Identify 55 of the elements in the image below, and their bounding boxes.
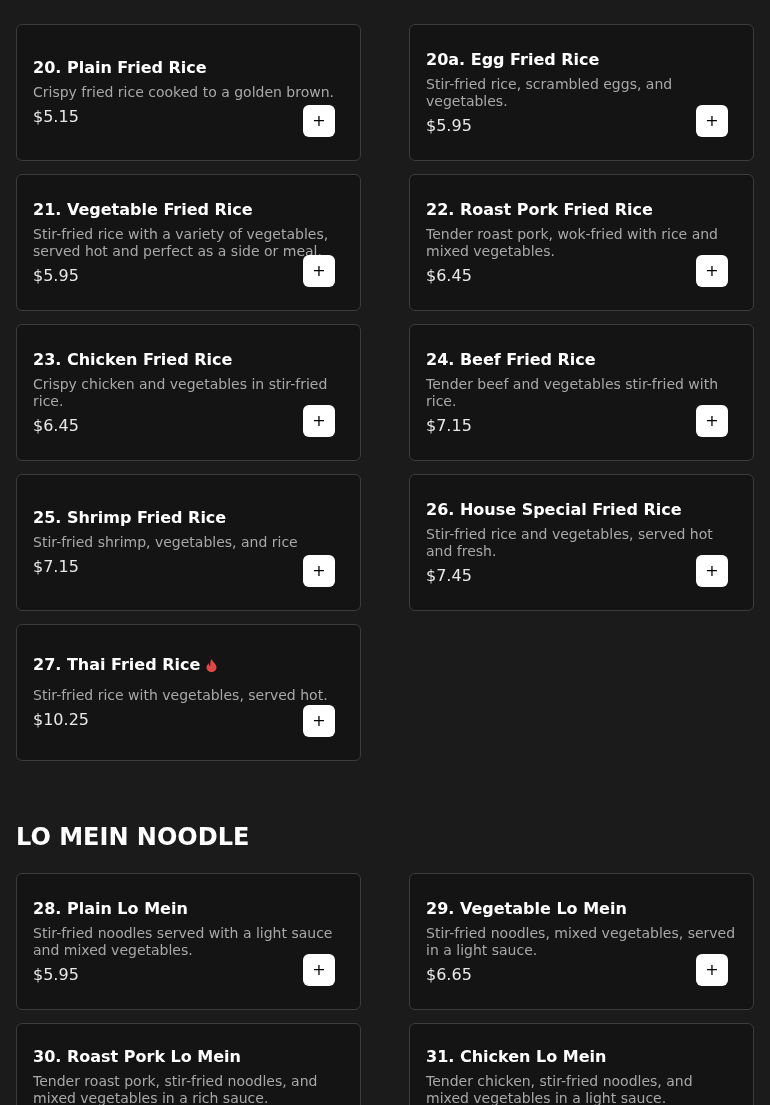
item-price: $6.65 (426, 963, 472, 986)
menu-item-card[interactable]: 31. Chicken Lo Mein Tender chicken, stir-fried noodles, and mixed vegetables in a light sauce. (409, 1023, 754, 1105)
add-button[interactable]: + (303, 954, 335, 986)
add-button[interactable]: + (303, 105, 335, 137)
item-price: $6.45 (426, 264, 472, 287)
add-button[interactable]: + (303, 255, 335, 287)
item-description: Stir-fried rice with vegetables, served hot. (33, 687, 329, 704)
add-button[interactable]: + (696, 255, 728, 287)
section-heading: LO MEIN NOODLE (16, 822, 251, 852)
add-button[interactable]: + (303, 705, 335, 737)
menu-item-card[interactable]: 27. Thai Fried Rice Stir-fried rice with vegetables, served hot. $10.25 + (16, 624, 361, 761)
item-description: Crispy fried rice cooked to a golden brown. (33, 84, 336, 101)
item-price: $7.15 (33, 556, 79, 578)
menu-item-card[interactable]: 23. Chicken Fried Rice Crispy chicken and vegetables in stir-fried rice. $6.45 + (16, 324, 361, 461)
menu-item-card[interactable]: 20. Plain Fried Rice Crispy fried rice cooked to a golden brown. $5.15 + (16, 24, 361, 161)
menu-item-card[interactable]: 26. House Special Fried Rice Stir-fried rice and vegetables, served hot and fresh. $7.45 + (409, 474, 754, 611)
menu-item-card[interactable]: 22. Roast Pork Fried Rice Tender roast pork, wok-fried with rice and mixed vegetables. $6.45 + (409, 174, 754, 311)
menu-item-card[interactable]: 20a. Egg Fried Rice Stir-fried rice, scrambled eggs, and vegetables. $5.95 + (409, 24, 754, 161)
item-title: 28. Plain Lo Mein (33, 897, 188, 920)
item-title: 30. Roast Pork Lo Mein (33, 1046, 241, 1068)
item-description: Stir-fried shrimp, vegetables, and rice (33, 534, 299, 551)
item-title: 27. Thai Fried Rice (33, 654, 201, 676)
item-description: Tender chicken, stir-fried noodles, and mixed vegetables in a light sauce. (426, 1073, 694, 1105)
menu-item-card[interactable]: 24. Beef Fried Rice Tender beef and vegetables stir-fried with rice. $7.15 + (409, 324, 754, 461)
add-button[interactable]: + (303, 405, 335, 437)
menu-item-card[interactable]: 25. Shrimp Fried Rice Stir-fried shrimp, vegetables, and rice $7.15 + (16, 474, 361, 611)
item-price: $5.15 (33, 106, 79, 128)
item-price: $5.95 (426, 114, 472, 137)
item-description: Tender roast pork, stir-fried noodles, and mixed vegetables in a rich sauce. (33, 1073, 319, 1105)
add-button[interactable]: + (696, 954, 728, 986)
item-title: 24. Beef Fried Rice (426, 348, 596, 371)
menu-item-card[interactable]: 28. Plain Lo Mein Stir-fried noodles served with a light sauce and mixed vegetables. $5.95 + (16, 873, 361, 1010)
add-button[interactable]: + (696, 555, 728, 587)
menu-item-card[interactable]: 21. Vegetable Fried Rice Stir-fried rice with a variety of vegetables, served hot and perfect as a side or meal. $5.95 + (16, 174, 361, 311)
add-button[interactable]: + (696, 405, 728, 437)
item-price: $7.45 (426, 564, 472, 587)
item-title: 23. Chicken Fried Rice (33, 348, 233, 371)
item-title: 31. Chicken Lo Mein (426, 1046, 607, 1068)
item-title: 29. Vegetable Lo Mein (426, 897, 627, 920)
menu-item-card[interactable]: 30. Roast Pork Lo Mein Tender roast pork, stir-fried noodles, and mixed vegetables in a rich sauce. (16, 1023, 361, 1105)
item-price: $5.95 (33, 264, 79, 287)
item-title: 26. House Special Fried Rice (426, 498, 682, 521)
item-title: 25. Shrimp Fried Rice (33, 507, 227, 529)
item-title: 20. Plain Fried Rice (33, 57, 207, 79)
item-title: 21. Vegetable Fried Rice (33, 198, 253, 221)
item-title: 20a. Egg Fried Rice (426, 48, 600, 71)
item-price: $6.45 (33, 414, 79, 437)
add-button[interactable]: + (303, 555, 335, 587)
add-button[interactable]: + (696, 105, 728, 137)
item-description: Stir-fried rice, scrambled eggs, and vegetables. (426, 75, 674, 110)
item-price: $7.15 (426, 414, 472, 437)
menu-item-card[interactable]: 29. Vegetable Lo Mein Stir-fried noodles, mixed vegetables, served in a light sauce. $6.65 + (409, 873, 754, 1010)
item-price: $5.95 (33, 963, 79, 986)
item-title: 22. Roast Pork Fried Rice (426, 198, 653, 221)
item-price: $10.25 (33, 709, 89, 731)
